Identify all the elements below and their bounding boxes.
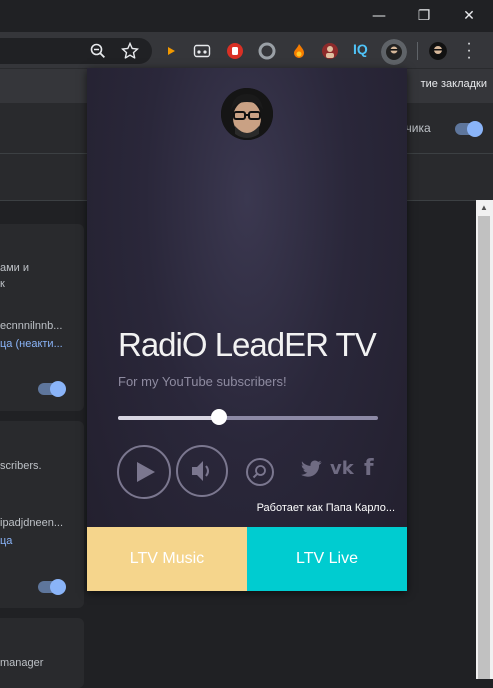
station-subtitle: For my YouTube subscribers!: [118, 374, 287, 389]
face-avatar-icon: [221, 88, 273, 140]
scroll-up-arrow-icon[interactable]: ▲: [478, 203, 490, 213]
vk-icon[interactable]: vk: [330, 456, 360, 482]
card-description-line: manager: [0, 657, 44, 669]
iq-extension-icon[interactable]: IQ: [353, 41, 368, 57]
extension-card: scribers. ipadjdneen... ца: [0, 421, 84, 608]
card-inspect-link[interactable]: ца (неакти...: [0, 338, 63, 350]
bookmark-star-icon[interactable]: [121, 42, 139, 60]
twitter-icon[interactable]: [300, 456, 324, 482]
card-description-line: к: [0, 278, 5, 290]
station-avatar: [221, 88, 273, 140]
station-title: RadiO LeadER TV: [118, 326, 377, 363]
close-window-button[interactable]: ✕: [459, 6, 479, 26]
tab-ltv-music[interactable]: LTV Music: [87, 527, 247, 591]
zoom-icon[interactable]: [89, 42, 107, 60]
search-button[interactable]: [246, 458, 274, 486]
cassette-extension-icon[interactable]: [193, 42, 211, 60]
profile-avatar-icon[interactable]: [429, 42, 447, 60]
card-extension-id: ecnnnilnnb...: [0, 320, 63, 332]
card-inspect-link[interactable]: ца: [0, 535, 12, 547]
volume-slider-handle[interactable]: [211, 409, 228, 425]
radio-leader-extension-icon[interactable]: [381, 39, 407, 65]
extension-card: ами и к ecnnnilnnb... ца (неакти...: [0, 224, 84, 411]
play-button[interactable]: [117, 445, 171, 499]
radio-popup: RadiO LeadER TV For my YouTube subscribe…: [87, 68, 407, 591]
circle-extension-icon[interactable]: [258, 42, 276, 60]
fire-extension-icon[interactable]: [290, 42, 308, 60]
volume-button[interactable]: [176, 445, 228, 497]
adblock-extension-icon[interactable]: [226, 42, 244, 60]
facebook-icon[interactable]: f: [364, 456, 378, 482]
toolbar-divider: [417, 42, 418, 60]
extension-card: manager: [0, 618, 84, 688]
restore-button[interactable]: ❐: [414, 6, 434, 26]
card-description-line: ами и: [0, 262, 30, 274]
volume-slider[interactable]: [118, 409, 378, 425]
card-extension-id: ipadjdneen...: [0, 517, 63, 529]
card-description-line: scribers.: [0, 460, 42, 472]
credit-text: Работает как Папа Карло...: [256, 502, 395, 514]
tab-ltv-live[interactable]: LTV Live: [247, 527, 407, 591]
volume-slider-fill: [118, 416, 220, 420]
play-icon: [137, 462, 155, 482]
play-extension-icon[interactable]: [162, 42, 180, 60]
avatar-extension-icon[interactable]: [321, 42, 339, 60]
menu-kebab-icon[interactable]: · · ·: [464, 36, 474, 66]
bookmarks-folder-label[interactable]: тие закладки: [421, 78, 487, 90]
scrollbar-thumb[interactable]: [478, 216, 490, 679]
search-icon: [252, 465, 266, 479]
speaker-icon: [192, 461, 209, 481]
minimize-button[interactable]: —: [369, 6, 389, 26]
